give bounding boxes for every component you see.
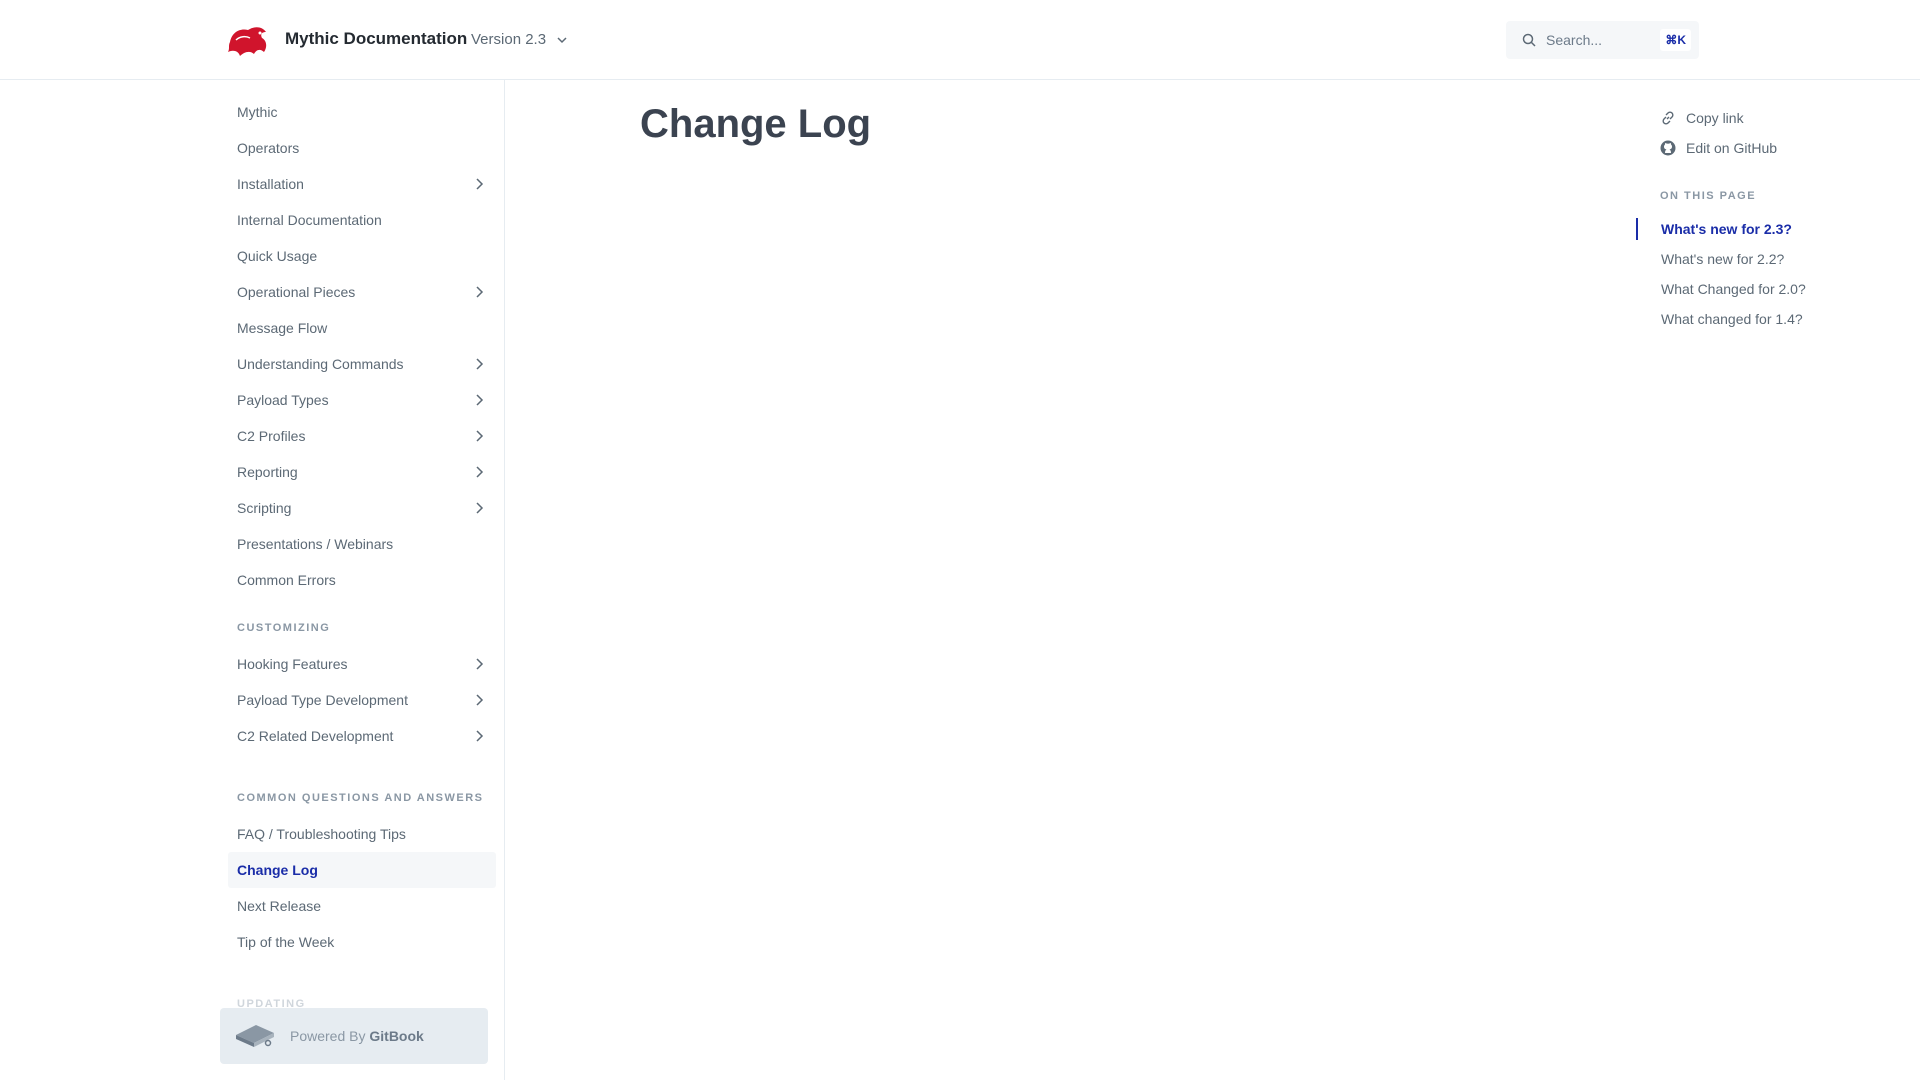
sidebar-item-understanding-commands[interactable]: Understanding Commands xyxy=(228,346,496,382)
page-title: Change Log xyxy=(640,102,872,146)
github-icon xyxy=(1660,140,1676,156)
chevron-right-icon[interactable] xyxy=(472,729,486,743)
sidebar-item-presentations-webinars[interactable]: Presentations / Webinars xyxy=(228,526,496,562)
sidebar-item-tip-of-the-week[interactable]: Tip of the Week xyxy=(228,924,496,960)
sidebar-item-message-flow[interactable]: Message Flow xyxy=(228,310,496,346)
link-icon xyxy=(1662,111,1674,125)
sidebar-item-hooking-features[interactable]: Hooking Features xyxy=(228,646,496,682)
toc-item-whats-new-2-2[interactable]: What's new for 2.2? xyxy=(1636,248,1806,278)
chevron-right-icon[interactable] xyxy=(472,657,486,671)
sidebar-item-operators[interactable]: Operators xyxy=(228,130,496,166)
toc-item-what-changed-2-0[interactable]: What Changed for 2.0? xyxy=(1636,278,1806,308)
sidebar-item-internal-documentation[interactable]: Internal Documentation xyxy=(228,202,496,238)
sidebar-item-faq[interactable]: FAQ / Troubleshooting Tips xyxy=(228,816,496,852)
powered-prefix: Powered By xyxy=(290,1028,366,1044)
toc-item-whats-new-2-3[interactable]: What's new for 2.3? xyxy=(1636,218,1806,248)
sidebar-item-change-log[interactable]: Change Log xyxy=(228,852,496,888)
search-placeholder: Search... xyxy=(1546,32,1603,48)
sidebar-item-quick-usage[interactable]: Quick Usage xyxy=(228,238,496,274)
top-header: Mythic Documentation Version 2.3 Search.… xyxy=(0,0,1920,80)
sidebar-item-next-release[interactable]: Next Release xyxy=(228,888,496,924)
table-of-contents: What's new for 2.3? What's new for 2.2? … xyxy=(1636,218,1806,338)
gitbook-icon xyxy=(236,1025,274,1047)
chevron-right-icon[interactable] xyxy=(472,429,486,443)
mythic-logo-icon[interactable] xyxy=(226,22,270,58)
sidebar-item-payload-type-development[interactable]: Payload Type Development xyxy=(228,682,496,718)
chevron-right-icon[interactable] xyxy=(472,285,486,299)
toc-item-what-changed-1-4[interactable]: What changed for 1.4? xyxy=(1636,308,1806,338)
chevron-right-icon[interactable] xyxy=(472,393,486,407)
sidebar-nav: Mythic Operators Installation Internal D… xyxy=(228,94,496,1022)
on-this-page-heading: ON THIS PAGE xyxy=(1660,190,1757,202)
chevron-right-icon[interactable] xyxy=(472,501,486,515)
site-title[interactable]: Mythic Documentation xyxy=(285,29,467,49)
sidebar-item-scripting[interactable]: Scripting xyxy=(228,490,496,526)
sidebar-item-mythic[interactable]: Mythic xyxy=(228,94,496,130)
chevron-right-icon[interactable] xyxy=(472,357,486,371)
edit-on-github-button[interactable]: Edit on GitHub xyxy=(1660,140,1777,156)
sidebar: Mythic Operators Installation Internal D… xyxy=(0,80,505,1080)
search-icon xyxy=(1522,33,1536,47)
sidebar-item-payload-types[interactable]: Payload Types xyxy=(228,382,496,418)
chevron-down-icon xyxy=(557,36,567,43)
chevron-right-icon[interactable] xyxy=(472,465,486,479)
sidebar-item-common-errors[interactable]: Common Errors xyxy=(228,562,496,598)
sidebar-item-reporting[interactable]: Reporting xyxy=(228,454,496,490)
sidebar-item-c2-profiles[interactable]: C2 Profiles xyxy=(228,418,496,454)
sidebar-item-c2-related-development[interactable]: C2 Related Development xyxy=(228,718,496,754)
version-label: Version 2.3 xyxy=(471,31,547,48)
sidebar-item-operational-pieces[interactable]: Operational Pieces xyxy=(228,274,496,310)
version-selector[interactable]: Version 2.3 xyxy=(471,31,568,48)
sidebar-section-common-questions: COMMON QUESTIONS AND ANSWERS xyxy=(237,792,484,804)
sidebar-item-installation[interactable]: Installation xyxy=(228,166,496,202)
powered-brand: GitBook xyxy=(369,1028,424,1044)
powered-by-gitbook[interactable]: Powered By GitBook xyxy=(220,1008,488,1064)
search-input[interactable]: Search... ⌘K xyxy=(1506,21,1699,59)
search-shortcut-badge: ⌘K xyxy=(1660,29,1691,51)
copy-link-button[interactable]: Copy link xyxy=(1660,110,1744,126)
chevron-right-icon[interactable] xyxy=(472,693,486,707)
sidebar-section-customizing: CUSTOMIZING xyxy=(237,622,331,634)
chevron-right-icon[interactable] xyxy=(472,177,486,191)
